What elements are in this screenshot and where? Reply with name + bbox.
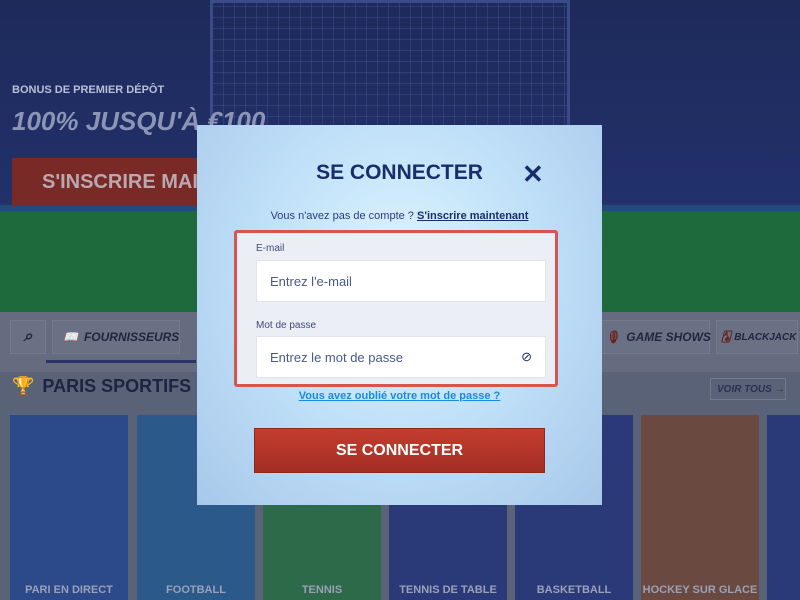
signup-banner-button[interactable]: S'INSCRIRE MAINTENANT [12, 158, 293, 206]
nav-item-fournisseurs[interactable]: 📖 FOURNISSEURS [52, 320, 180, 354]
password-label: Mot de passe [256, 320, 317, 331]
no-account-text: Vous n'avez pas de compte ? S'inscrire m… [270, 210, 529, 222]
signup-link[interactable]: S'inscrire maintenant [417, 210, 528, 222]
microphone-icon: 🎙 [605, 330, 621, 344]
active-underline [46, 360, 196, 363]
forgot-password-link[interactable]: Vous avez oublié votre mot de passe ? [197, 390, 602, 402]
card-hockey-sur-glace[interactable]: HOCKEY SUR GLACE [641, 415, 759, 600]
close-icon[interactable]: ✕ [522, 159, 544, 190]
password-field[interactable]: Entrez le mot de passe ⊘ [256, 336, 546, 378]
login-form: E-mail Entrez l'e-mail Mot de passe Entr… [234, 230, 558, 387]
email-field[interactable]: Entrez l'e-mail [256, 260, 546, 302]
eye-slash-icon[interactable]: ⊘ [521, 349, 532, 365]
card-pari-en-direct[interactable]: PARI EN DIRECT [10, 415, 128, 600]
voir-tous-button[interactable]: VOIR TOUS → [710, 378, 786, 400]
bonus-subtitle: BONUS DE PREMIER DÉPÔT [12, 84, 165, 96]
login-button[interactable]: SE CONNECTER [254, 428, 545, 473]
book-icon: 📖 [63, 330, 78, 344]
email-label: E-mail [256, 243, 285, 254]
nav-item-blackjack[interactable]: 🂡 BLACKJACK [716, 320, 798, 354]
nav-item-game-shows[interactable]: 🎙 GAME SHOWS [594, 320, 711, 354]
trophy-icon: 🏆 [12, 376, 35, 396]
card-more[interactable] [767, 415, 800, 600]
cards-icon: 🂡 [721, 331, 732, 343]
search-icon[interactable]: ⌕ [10, 320, 46, 354]
section-header: 🏆 PARIS SPORTIFS [12, 376, 192, 396]
login-modal: SE CONNECTER ✕ Vous n'avez pas de compte… [197, 125, 602, 505]
